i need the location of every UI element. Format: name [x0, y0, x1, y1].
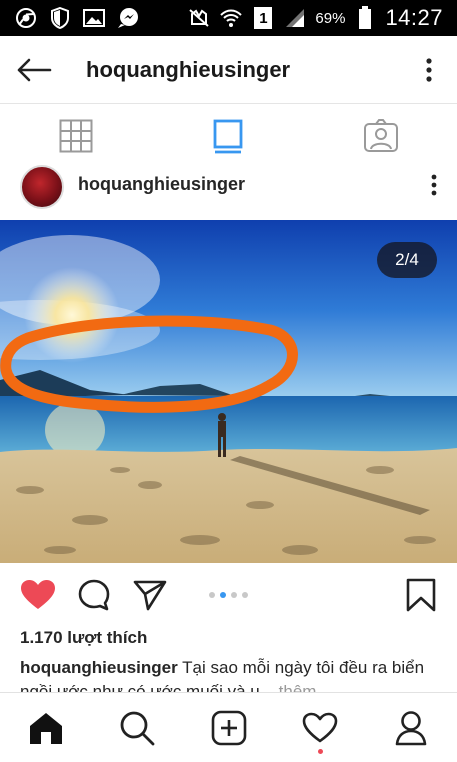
caption-more-link[interactable]: thêm: [279, 682, 317, 692]
back-button[interactable]: [0, 36, 68, 104]
heart-filled-icon: [21, 580, 55, 609]
nav-activity[interactable]: [274, 693, 365, 762]
shield-icon: [48, 6, 72, 30]
nav-profile[interactable]: [366, 693, 457, 762]
carousel-indicator: [0, 563, 457, 627]
profile-view-tabs: [0, 104, 457, 168]
post-more-button[interactable]: [431, 174, 437, 201]
bookmark-icon: [406, 578, 436, 612]
tab-grid[interactable]: [0, 104, 152, 168]
tab-feed[interactable]: [152, 104, 304, 168]
tagged-icon: [363, 119, 398, 152]
grid-icon: [59, 119, 93, 153]
search-icon: [120, 711, 155, 745]
comment-button[interactable]: [74, 575, 114, 615]
app-bar: hoquanghieusinger: [0, 36, 457, 104]
carousel-dot: [231, 592, 237, 598]
post-header: hoquanghieusinger: [0, 165, 457, 218]
signal-icon: [283, 6, 307, 30]
battery-percent: 69%: [315, 9, 346, 27]
arrow-left-icon: [17, 58, 52, 81]
mute-icon: [187, 6, 211, 30]
nav-add[interactable]: [183, 693, 274, 762]
more-options-button[interactable]: [401, 36, 457, 104]
caption-username[interactable]: hoquanghieusinger: [20, 658, 178, 677]
more-vertical-icon: [426, 57, 432, 82]
page-title: hoquanghieusinger: [86, 56, 291, 82]
messenger-icon: [116, 6, 140, 30]
chrome-icon: [14, 6, 38, 30]
post-username[interactable]: hoquanghieusinger: [78, 174, 245, 195]
caption: hoquanghieusinger Tại sao mỗi ngày tôi đ…: [20, 656, 440, 692]
nav-search[interactable]: [91, 693, 182, 762]
share-button[interactable]: [130, 575, 170, 615]
carousel-dot-active: [220, 592, 226, 598]
more-vertical-icon: [431, 174, 437, 195]
save-button[interactable]: [401, 575, 441, 615]
avatar[interactable]: [20, 165, 64, 209]
battery-icon: [353, 6, 377, 30]
sim-badge: 1: [251, 6, 275, 30]
gallery-icon: [82, 6, 106, 30]
activity-notification-dot: [317, 749, 323, 754]
wifi-icon: [219, 6, 243, 30]
status-bar: 1 69% 14:27: [0, 0, 457, 36]
carousel-counter: 2/4: [377, 242, 437, 278]
bottom-nav: [0, 692, 457, 762]
comment-icon: [78, 579, 110, 611]
carousel-dot: [209, 592, 215, 598]
send-icon: [133, 580, 167, 611]
likes-count[interactable]: 1.170 lượt thích: [20, 628, 147, 648]
home-icon: [29, 712, 62, 744]
clock: 14:27: [385, 5, 443, 30]
post-actions: [0, 563, 457, 627]
profile-icon: [396, 710, 427, 745]
feed-icon: [214, 119, 243, 154]
add-icon: [211, 710, 246, 745]
like-button[interactable]: [18, 575, 58, 615]
nav-home[interactable]: [0, 693, 91, 762]
tab-tagged[interactable]: [305, 104, 457, 168]
carousel-dot: [242, 592, 248, 598]
post-photo[interactable]: 2/4: [0, 220, 457, 563]
activity-icon: [302, 712, 338, 742]
